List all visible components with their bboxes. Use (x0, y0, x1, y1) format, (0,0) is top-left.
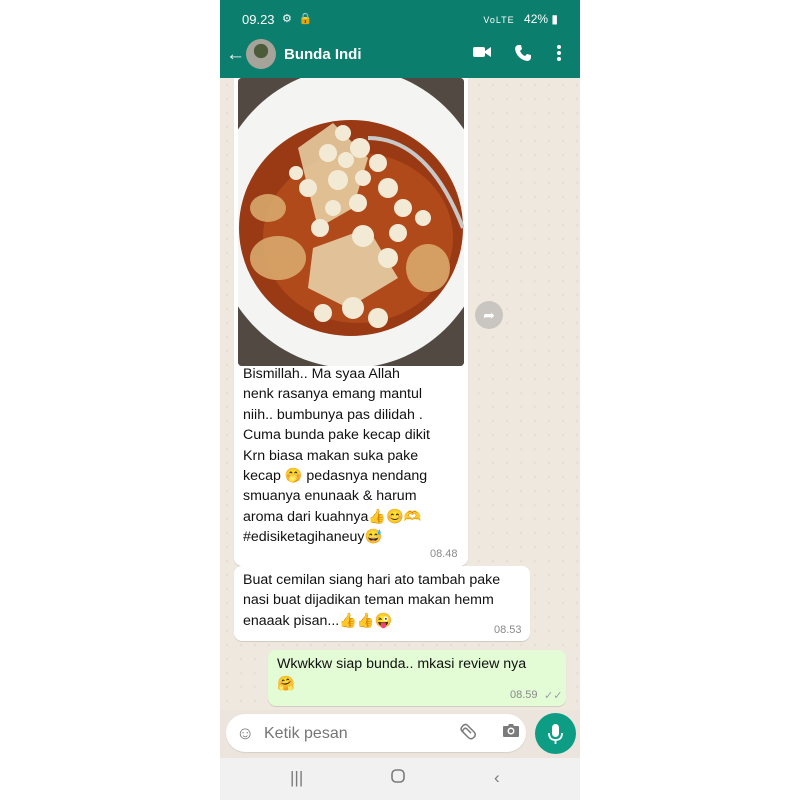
microphone-icon (548, 724, 563, 744)
camera-icon[interactable] (502, 722, 520, 743)
battery-icon: ▮ (551, 12, 558, 26)
recent-apps-icon[interactable]: ||| (290, 768, 303, 788)
mic-button[interactable] (535, 713, 576, 754)
message-time: 08.48 (430, 548, 458, 560)
contact-name[interactable]: Bunda Indi (284, 46, 362, 63)
food-photo[interactable] (238, 78, 464, 366)
chat-area[interactable]: Bismillah.. Ma syaa Allah nenk rasanya e… (220, 78, 580, 710)
avatar[interactable] (246, 39, 276, 69)
message-bubble-incoming[interactable]: Bismillah.. Ma syaa Allah nenk rasanya e… (234, 78, 468, 566)
message-text: Buat cemilan siang hari ato tambah pake … (243, 572, 501, 629)
message-text: Bismillah.. Ma syaa Allah nenk rasanya e… (243, 366, 430, 546)
message-bubble-outgoing[interactable]: Wkwkkw siap bunda.. mkasi review nya 🤗 0… (268, 650, 566, 706)
signal-icon: VoLTE (483, 15, 515, 25)
home-icon[interactable] (390, 768, 406, 789)
emoji-icon[interactable]: ☺ (236, 723, 254, 744)
status-bar: 09.23 ⚙ 🔒 VoLTE 42% ▮ (220, 0, 580, 38)
message-time: 08.53 (494, 624, 522, 636)
system-nav-bar: ||| ‹ (220, 758, 580, 800)
video-call-icon[interactable] (472, 44, 492, 65)
status-left-icons: ⚙ 🔒 (282, 13, 315, 25)
read-receipt-icon: ✓✓ (544, 690, 563, 702)
forward-icon[interactable]: ➦ (475, 301, 503, 329)
status-right: VoLTE 42% ▮ (483, 12, 558, 26)
food-photo-image (238, 78, 464, 366)
back-arrow-icon[interactable]: ← (226, 44, 245, 66)
battery-level: 42% (524, 12, 549, 26)
message-input[interactable] (262, 718, 456, 750)
chat-header: ← Bunda Indi (220, 38, 580, 78)
more-vertical-icon[interactable] (556, 44, 562, 67)
phone-call-icon[interactable] (514, 44, 532, 67)
status-time: 09.23 (242, 12, 275, 27)
message-time: 08.59 (510, 689, 538, 701)
message-bubble-incoming[interactable]: Buat cemilan siang hari ato tambah pake … (234, 566, 530, 641)
back-nav-icon[interactable]: ‹ (494, 768, 500, 788)
attachment-icon[interactable] (456, 720, 484, 748)
message-composer: ☺ (226, 714, 526, 752)
phone-screen: 09.23 ⚙ 🔒 VoLTE 42% ▮ ← Bunda Indi Bismi… (220, 0, 580, 800)
